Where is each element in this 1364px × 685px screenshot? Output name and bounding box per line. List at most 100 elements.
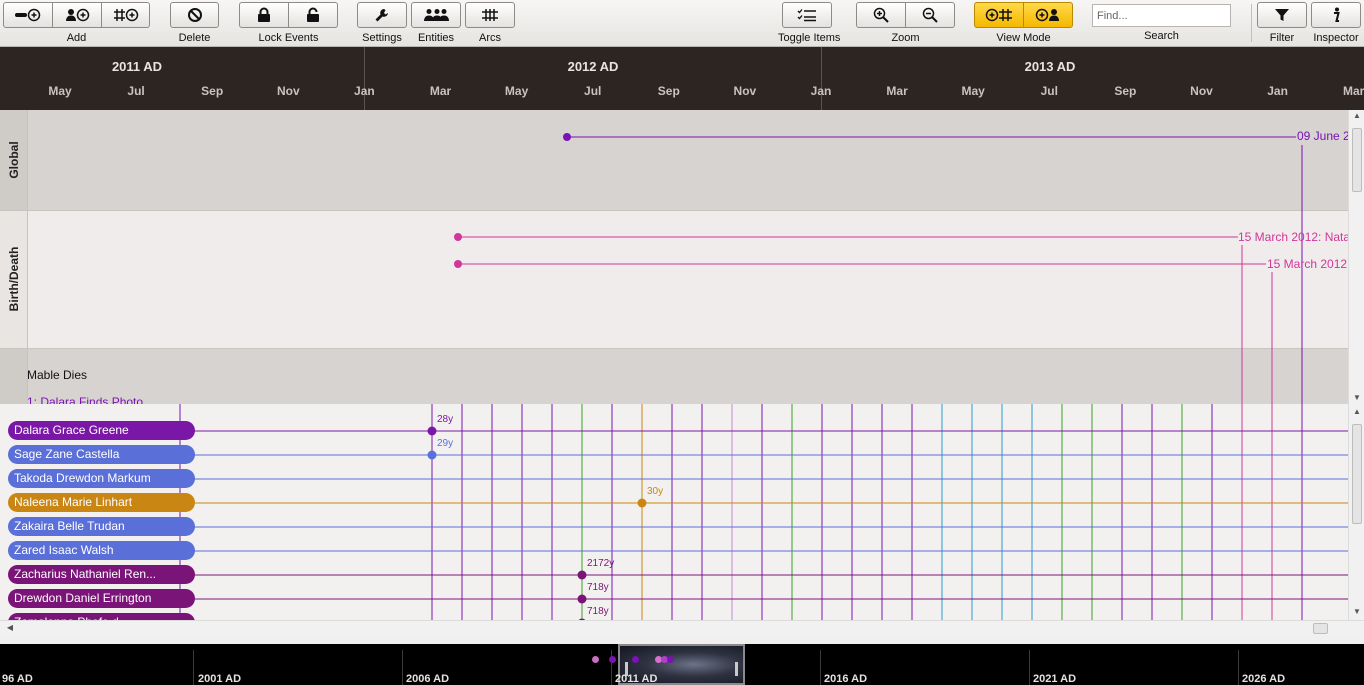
birth-event-dot-1[interactable] bbox=[454, 233, 462, 241]
horizontal-scrollbar[interactable]: ◀ bbox=[0, 620, 1364, 636]
overview-right-handle[interactable] bbox=[735, 662, 738, 676]
month-label: Sep bbox=[1114, 84, 1137, 98]
funnel-icon bbox=[1275, 9, 1289, 21]
month-label: Jan bbox=[810, 84, 832, 98]
arcs-scroll-thumb[interactable] bbox=[1352, 128, 1362, 192]
overview-year-label: 96 AD bbox=[2, 673, 33, 685]
global-event-dot[interactable] bbox=[563, 133, 571, 141]
entity-event-dot[interactable] bbox=[577, 594, 587, 604]
entity-age-label: 718y bbox=[587, 582, 609, 593]
toggle-group: Toggle Items bbox=[778, 2, 840, 44]
entity-event-dot[interactable] bbox=[427, 450, 437, 460]
birth-event-label-2[interactable]: 15 March 2012 bbox=[1267, 257, 1347, 271]
filter-button[interactable] bbox=[1257, 2, 1307, 28]
entity-age-label: 28y bbox=[437, 414, 454, 425]
overview-tick bbox=[193, 650, 194, 685]
overview-marker bbox=[592, 656, 599, 663]
search-input[interactable] bbox=[1092, 4, 1231, 27]
arcs-button[interactable] bbox=[465, 2, 515, 28]
zoom-in-button[interactable] bbox=[856, 2, 906, 28]
entities-scroll-thumb[interactable] bbox=[1352, 424, 1362, 524]
horizontal-scroll-thumb[interactable] bbox=[1313, 623, 1328, 634]
checklist-icon bbox=[797, 9, 816, 22]
toggle-items-label: Toggle Items bbox=[778, 32, 841, 44]
overview-year-label: 2011 AD bbox=[615, 673, 658, 685]
filter-group: Filter bbox=[1257, 2, 1307, 44]
scroll-down-icon[interactable]: ▼ bbox=[1349, 392, 1364, 404]
mable-dies-event[interactable]: Mable Dies bbox=[27, 368, 87, 382]
entity-pill[interactable]: Drewdon Daniel Errington bbox=[8, 589, 195, 608]
birth-event-label-1[interactable]: 15 March 2012: Nata bbox=[1238, 230, 1348, 244]
overview-year-label: 2026 AD bbox=[1242, 673, 1286, 685]
year-label: 2011 AD bbox=[111, 59, 163, 74]
lock-events-button[interactable] bbox=[239, 2, 289, 28]
year-divider bbox=[364, 47, 365, 110]
entities-group: Entities bbox=[411, 2, 461, 44]
month-label: Jul bbox=[127, 84, 145, 98]
overview-year-label: 2001 AD bbox=[198, 673, 242, 685]
overview-marker bbox=[632, 656, 639, 663]
global-event-label[interactable]: 09 June 2 bbox=[1297, 129, 1348, 143]
add-entity-icon bbox=[66, 8, 90, 22]
year-divider bbox=[821, 47, 822, 110]
entity-event-dot[interactable] bbox=[427, 426, 437, 436]
unlock-events-button[interactable] bbox=[289, 2, 338, 28]
entity-pill[interactable]: Zacharius Nathaniel Ren... bbox=[8, 565, 195, 584]
add-event-button[interactable] bbox=[3, 2, 53, 28]
view-mode-arcs-button[interactable] bbox=[974, 2, 1024, 28]
entities-button[interactable] bbox=[411, 2, 461, 28]
entity-pill[interactable]: Dalara Grace Greene bbox=[8, 421, 195, 440]
settings-label: Settings bbox=[362, 32, 402, 44]
year-label: 2012 AD bbox=[567, 59, 619, 74]
entity-pill[interactable]: Zakaira Belle Trudan bbox=[8, 517, 195, 536]
scroll-up-icon[interactable]: ▲ bbox=[1349, 406, 1364, 418]
entities-vertical-scrollbar[interactable]: ▲ ▼ bbox=[1348, 404, 1364, 620]
entity-pill[interactable]: Sage Zane Castella bbox=[8, 445, 195, 464]
lock-icon bbox=[258, 7, 270, 22]
month-label: May bbox=[961, 84, 985, 98]
overview-tick bbox=[1238, 650, 1239, 685]
inspector-button[interactable] bbox=[1311, 2, 1361, 28]
entity-age-label: 2172y bbox=[587, 558, 615, 569]
entity-pill[interactable]: Takoda Drewdon Markum bbox=[8, 469, 195, 488]
entity-grid bbox=[179, 404, 1348, 620]
entity-pill[interactable]: Zamalenna Phofe d... bbox=[8, 613, 195, 620]
add-arc-icon bbox=[113, 8, 138, 22]
add-arc-button[interactable] bbox=[102, 2, 150, 28]
overview-year-label: 2021 AD bbox=[1033, 673, 1077, 685]
delete-group: Delete bbox=[170, 2, 219, 44]
entities-panel: Dalara Grace Greene 28y Sage Zane Castella… bbox=[0, 404, 1348, 620]
arcs-group: Arcs bbox=[465, 2, 515, 44]
birth-event-dot-2[interactable] bbox=[454, 260, 462, 268]
month-label: Sep bbox=[657, 84, 680, 98]
view-mode-group: View Mode bbox=[974, 2, 1073, 44]
lock-events-label: Lock Events bbox=[258, 32, 319, 44]
zoom-out-button[interactable] bbox=[906, 2, 955, 28]
timeline-overview[interactable]: 96 AD 2001 AD 2006 AD 2011 AD 2016 AD 2021 AD… bbox=[0, 644, 1364, 685]
view-mode-entities-button[interactable] bbox=[1024, 2, 1073, 28]
delete-label: Delete bbox=[178, 32, 211, 44]
scroll-left-icon[interactable]: ◀ bbox=[2, 622, 18, 634]
arcs-panel: Global Birth/Death 09 June 2 15 March 20 bbox=[0, 110, 1348, 404]
scroll-down-icon[interactable]: ▼ bbox=[1349, 606, 1364, 618]
settings-button[interactable] bbox=[357, 2, 407, 28]
entity-event-dot[interactable] bbox=[637, 498, 647, 508]
entity-event-dot[interactable] bbox=[577, 570, 587, 580]
zoom-out-icon bbox=[922, 7, 938, 23]
add-entity-button[interactable] bbox=[53, 2, 102, 28]
arcs-vertical-scrollbar[interactable]: ▲ ▼ bbox=[1348, 110, 1364, 404]
dalara-event[interactable]: 1: Dalara Finds Photo bbox=[27, 395, 143, 404]
time-ruler[interactable]: 2011 AD 2012 AD 2013 AD May Jul Sep Nov Jan Mar M… bbox=[0, 47, 1364, 110]
unlock-icon bbox=[307, 7, 319, 22]
scroll-up-icon[interactable]: ▲ bbox=[1349, 110, 1364, 122]
entity-age-label: 30y bbox=[647, 486, 664, 497]
entity-pill[interactable]: Zared Isaac Walsh bbox=[8, 541, 195, 560]
month-label: Nov bbox=[733, 84, 757, 98]
overview-tick bbox=[820, 650, 821, 685]
month-label: Mar bbox=[1343, 84, 1364, 98]
delete-button[interactable] bbox=[170, 2, 219, 28]
inspector-label: Inspector bbox=[1313, 32, 1359, 44]
overview-tick bbox=[402, 650, 403, 685]
toggle-items-button[interactable] bbox=[782, 2, 832, 28]
entity-pill[interactable]: Naleena Marie Linhart bbox=[8, 493, 195, 512]
